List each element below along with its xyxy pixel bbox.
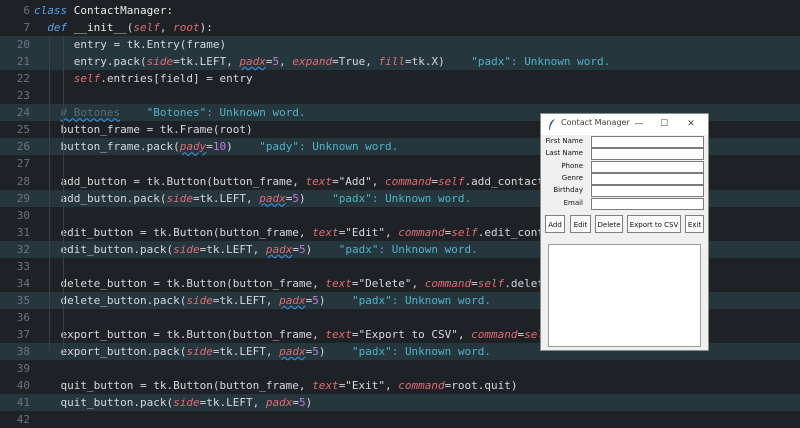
line-number: 24: [16, 106, 30, 120]
code-line[interactable]: 23: [0, 87, 800, 104]
code-text: # Botones "Botones": Unknown word.: [60, 106, 306, 120]
email-label: Email: [563, 199, 583, 207]
line-number: 31: [16, 225, 30, 239]
line-number: 29: [16, 191, 30, 205]
add-button[interactable]: Add: [545, 215, 565, 233]
export-csv-button[interactable]: Export to CSV: [627, 215, 681, 233]
genre-label: Genre: [561, 174, 583, 182]
email-field[interactable]: [591, 198, 704, 210]
code-line[interactable]: 42: [0, 411, 800, 428]
code-text: edit_button.pack(side=tk.LEFT, padx=5) "…: [60, 242, 478, 256]
code-text: entry = tk.Entry(frame): [73, 38, 227, 52]
phone-field[interactable]: [591, 161, 704, 173]
line-number: 23: [16, 89, 30, 103]
line-number: 41: [16, 396, 30, 410]
close-button[interactable]: ✕: [683, 117, 699, 131]
minimize-button[interactable]: —: [631, 117, 647, 131]
code-text: quit_button.pack(side=tk.LEFT, padx=5): [60, 396, 313, 410]
line-number: 7: [23, 21, 30, 35]
code-text: quit_button = tk.Button(button_frame, te…: [60, 379, 518, 393]
line-number: 37: [16, 327, 30, 341]
exit-button[interactable]: Exit: [685, 215, 704, 233]
indent-guide: [49, 36, 51, 351]
line-number: 28: [16, 174, 30, 188]
line-number: 20: [16, 38, 30, 52]
last-name-label: Last Name: [545, 149, 583, 157]
code-text: self.entries[field] = entry: [73, 72, 253, 86]
line-number: 25: [16, 123, 30, 137]
code-text: delete_button.pack(side=tk.LEFT, padx=5)…: [60, 293, 492, 307]
first-name-label: First Name: [545, 137, 583, 145]
window-titlebar[interactable]: Contact Manager — ☐ ✕: [541, 114, 708, 135]
code-line[interactable]: 21 entry.pack(side=tk.LEFT, padx=5, expan…: [0, 53, 800, 71]
line-number: 27: [16, 157, 30, 171]
edit-button[interactable]: Edit: [570, 215, 591, 233]
birthday-label: Birthday: [553, 186, 583, 194]
code-line[interactable]: 40 quit_button = tk.Button(button_frame, …: [0, 377, 800, 394]
feather-icon: [549, 119, 555, 130]
code-text: button_frame.pack(pady=10) "pady": Unkno…: [60, 140, 399, 154]
window-title: Contact Manager: [561, 118, 630, 127]
line-number: 30: [16, 208, 30, 222]
contacts-listbox[interactable]: [548, 244, 701, 347]
maximize-button[interactable]: ☐: [656, 117, 672, 131]
line-number: 22: [16, 72, 30, 86]
line-number: 33: [16, 259, 30, 273]
phone-label: Phone: [561, 162, 583, 170]
line-number: 38: [16, 345, 30, 358]
code-line[interactable]: 39: [0, 360, 800, 377]
code-text: entry.pack(side=tk.LEFT, padx=5, expand=…: [73, 55, 611, 69]
genre-field[interactable]: [591, 173, 704, 185]
line-number: 21: [16, 55, 30, 69]
code-text: class ContactManager:: [34, 4, 174, 17]
code-line[interactable]: 20 entry = tk.Entry(frame): [0, 36, 800, 54]
line-number: 6: [23, 4, 30, 17]
line-number: 35: [16, 293, 30, 307]
line-number: 39: [16, 362, 30, 376]
line-number: 34: [16, 276, 30, 290]
code-line[interactable]: 41 quit_button.pack(side=tk.LEFT, padx=5): [0, 394, 800, 412]
code-text: export_button = tk.Button(button_frame, …: [60, 327, 611, 341]
code-text: button_frame = tk.Frame(root): [60, 123, 253, 137]
line-number: 26: [16, 140, 30, 154]
first-name-field[interactable]: [591, 136, 704, 148]
code-line[interactable]: 22 self.entries[field] = entry: [0, 70, 800, 87]
code-line[interactable]: 7 def __init__(self, root):: [0, 19, 800, 36]
contact-manager-window: Contact Manager — ☐ ✕ First Name Last Na…: [540, 113, 709, 351]
code-text: add_button = tk.Button(button_frame, tex…: [60, 174, 551, 188]
code-line[interactable]: 6 class ContactManager:: [0, 2, 800, 19]
code-text: def __init__(self, root):: [47, 21, 213, 35]
code-text: export_button.pack(side=tk.LEFT, padx=5)…: [60, 345, 492, 358]
code-text: add_button.pack(side=tk.LEFT, padx=5) "p…: [60, 191, 472, 205]
last-name-field[interactable]: [591, 148, 704, 160]
delete-button[interactable]: Delete: [595, 215, 623, 233]
line-number: 36: [16, 310, 30, 324]
line-number: 40: [16, 379, 30, 393]
line-number: 42: [16, 413, 30, 427]
line-number: 32: [16, 242, 30, 256]
birthday-field[interactable]: [591, 185, 704, 197]
code-text: edit_button = tk.Button(button_frame, te…: [60, 225, 571, 239]
indent-guide: [62, 36, 64, 351]
code-text: delete_button = tk.Button(button_frame, …: [60, 276, 611, 290]
